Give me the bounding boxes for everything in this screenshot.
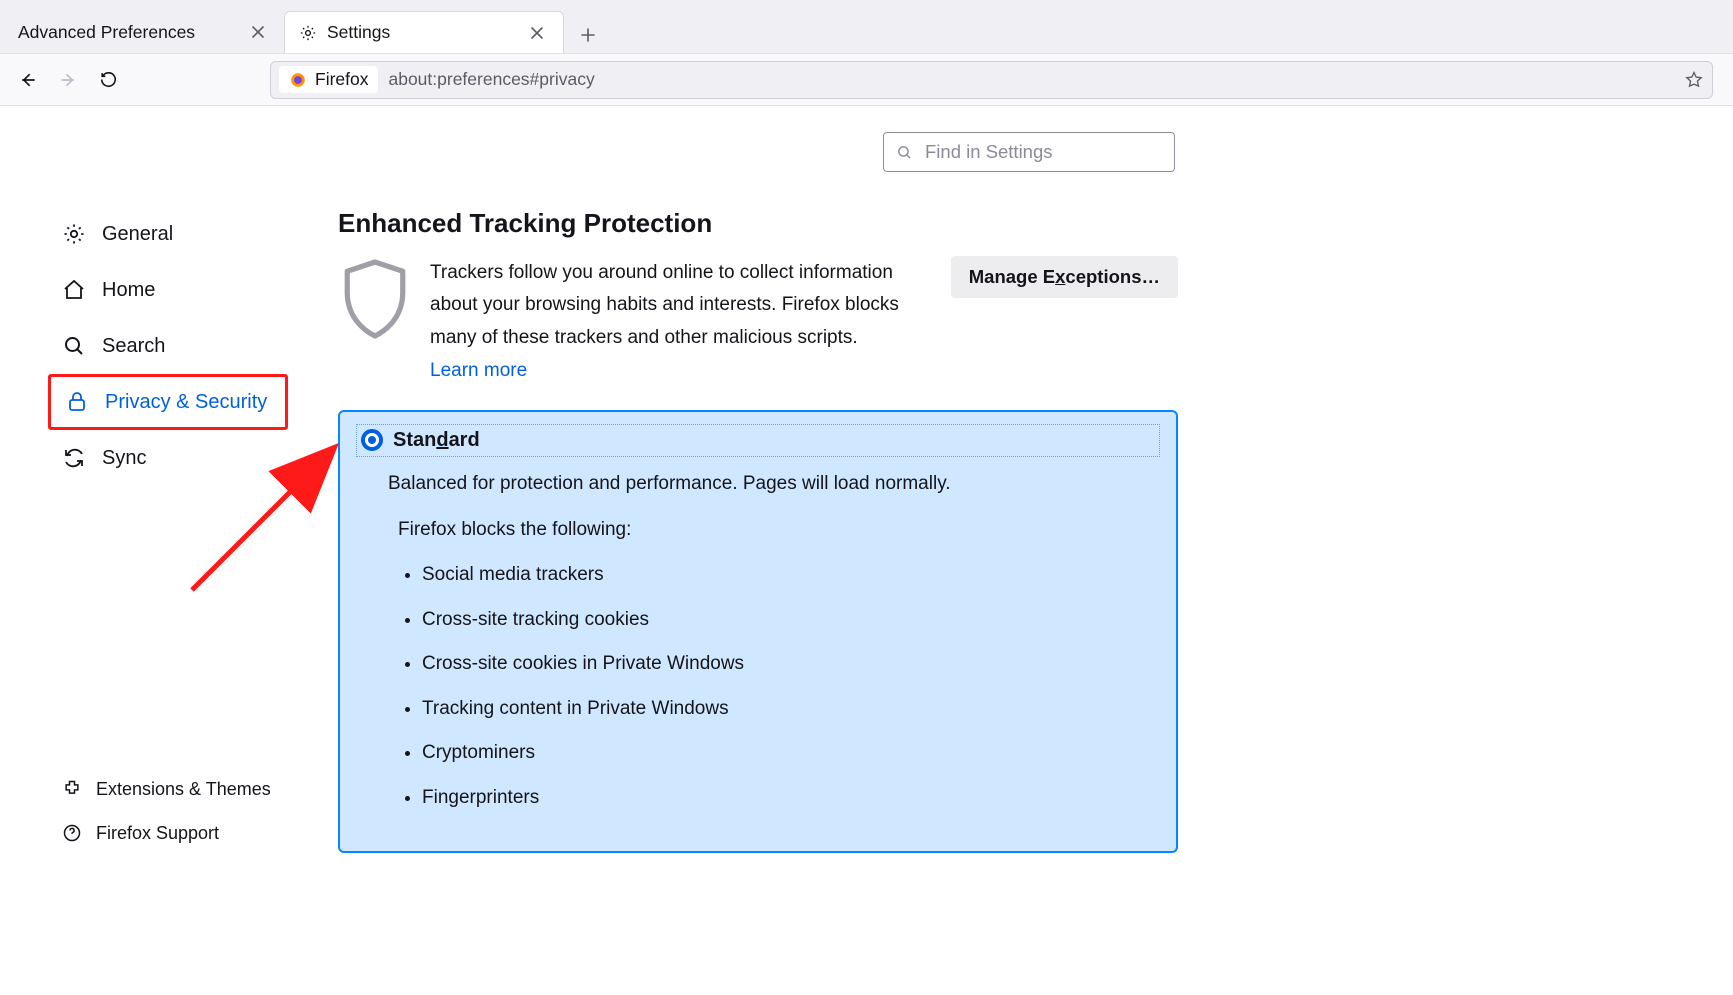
category-sidebar: General Home Search Privacy & Security S… [48, 206, 288, 486]
page-title: Enhanced Tracking Protection [338, 208, 1178, 239]
learn-more-link[interactable]: Learn more [430, 360, 527, 382]
tab-advanced-preferences[interactable]: Advanced Preferences [4, 11, 284, 53]
radio-selected-icon[interactable] [361, 429, 383, 451]
main-content: Enhanced Tracking Protection Manage Exce… [338, 208, 1178, 853]
gear-icon [299, 24, 317, 42]
bookmark-star-icon[interactable] [1684, 70, 1704, 90]
list-item: Cryptominers [422, 731, 1160, 776]
find-input[interactable] [923, 140, 1170, 164]
identity-box[interactable]: Firefox [279, 66, 378, 93]
close-icon[interactable] [246, 20, 270, 44]
sidebar-item-privacy[interactable]: Privacy & Security [48, 374, 288, 430]
list-item: Social media trackers [422, 553, 1160, 598]
list-item: Cross-site cookies in Private Windows [422, 642, 1160, 687]
list-item: Cross-site tracking cookies [422, 598, 1160, 643]
sidebar-item-label: Sync [102, 447, 146, 470]
sidebar-footer: Extensions & Themes Firefox Support [48, 767, 288, 855]
tab-strip: Advanced Preferences Settings [0, 0, 1733, 54]
shield-icon [338, 257, 412, 341]
link-label: Extensions & Themes [96, 779, 271, 800]
tab-label: Settings [327, 22, 390, 43]
nav-toolbar: Firefox about:preferences#privacy [0, 54, 1733, 106]
extensions-themes-link[interactable]: Extensions & Themes [48, 767, 288, 811]
sidebar-item-general[interactable]: General [48, 206, 288, 262]
search-icon [896, 144, 913, 161]
url-bar[interactable]: Firefox about:preferences#privacy [270, 61, 1713, 99]
url-text: about:preferences#privacy [388, 69, 594, 90]
tab-settings[interactable]: Settings [284, 11, 564, 53]
back-button[interactable] [10, 62, 46, 98]
settings-page: General Home Search Privacy & Security S… [0, 106, 1733, 995]
sidebar-item-sync[interactable]: Sync [48, 430, 288, 486]
button-label: Manage Exceptions… [969, 266, 1160, 287]
sidebar-item-label: Home [102, 279, 155, 302]
sidebar-item-label: Search [102, 335, 165, 358]
close-icon[interactable] [525, 21, 549, 45]
standard-protection-card[interactable]: Standard Balanced for protection and per… [338, 410, 1178, 853]
tab-label: Advanced Preferences [18, 22, 195, 43]
firefox-support-link[interactable]: Firefox Support [48, 811, 288, 855]
card-title: Standard [393, 429, 480, 452]
reload-button[interactable] [90, 62, 126, 98]
blocks-heading: Firefox blocks the following: [398, 519, 1160, 541]
sidebar-item-label: General [102, 223, 173, 246]
sidebar-item-home[interactable]: Home [48, 262, 288, 318]
standard-radio-header[interactable]: Standard [356, 424, 1160, 457]
forward-button[interactable] [50, 62, 86, 98]
card-description: Balanced for protection and performance.… [388, 473, 1160, 495]
sidebar-item-label: Privacy & Security [105, 391, 267, 414]
blocks-list: Social media trackers Cross-site trackin… [398, 553, 1160, 821]
list-item: Fingerprinters [422, 776, 1160, 821]
manage-exceptions-button[interactable]: Manage Exceptions… [951, 256, 1178, 298]
list-item: Tracking content in Private Windows [422, 687, 1160, 732]
firefox-icon [289, 71, 307, 89]
find-in-settings[interactable] [883, 132, 1175, 172]
etp-description: Trackers follow you around online to col… [430, 257, 910, 354]
link-label: Firefox Support [96, 823, 219, 844]
new-tab-button[interactable] [576, 23, 600, 47]
identity-label: Firefox [315, 69, 368, 90]
sidebar-item-search[interactable]: Search [48, 318, 288, 374]
